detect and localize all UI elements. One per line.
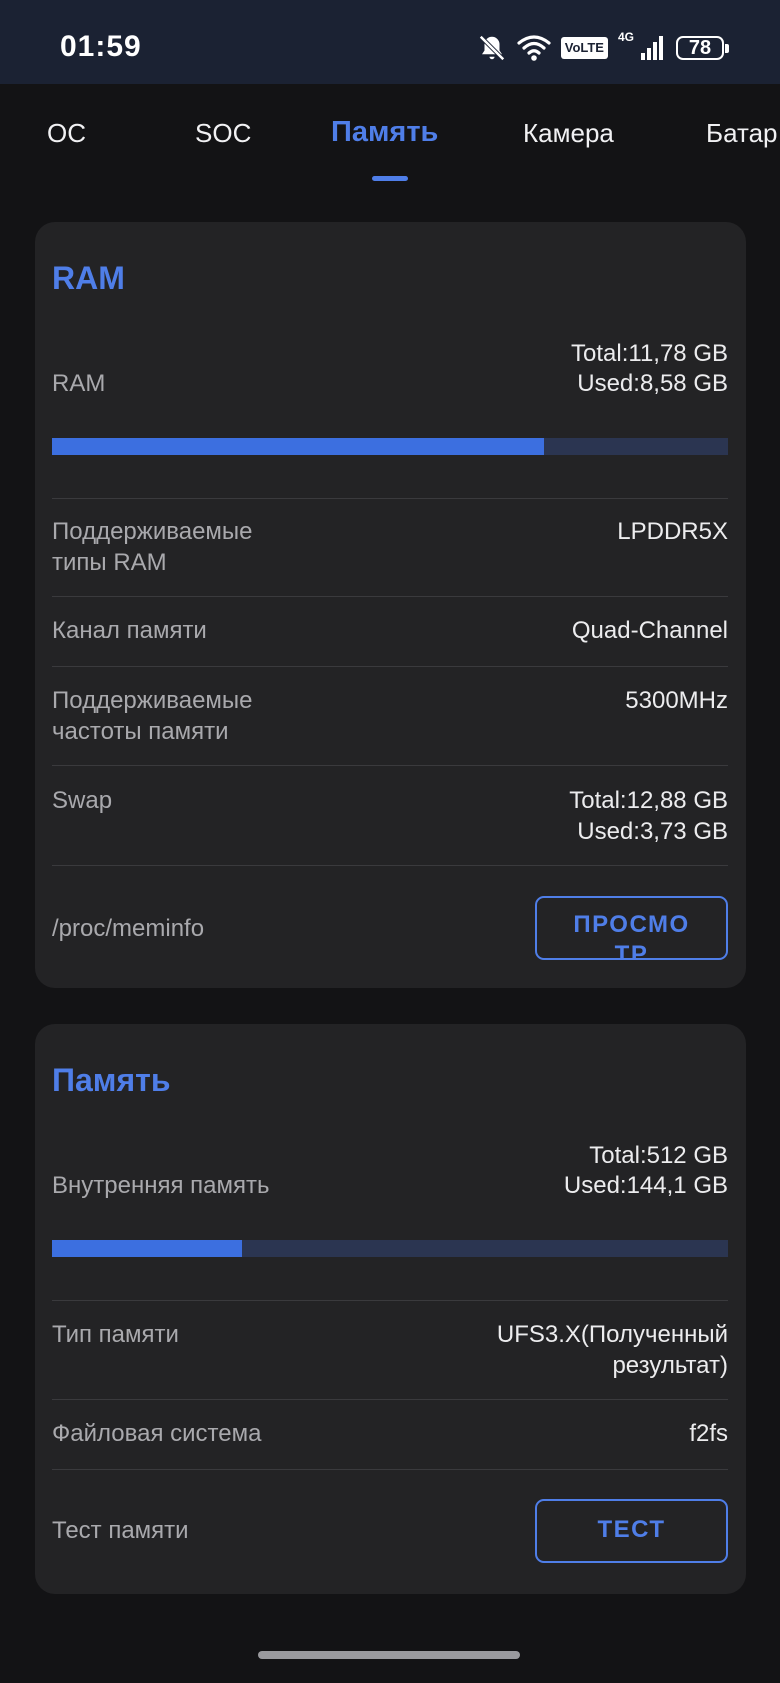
- memory-frequency-label-line1: Поддерживаемые: [52, 687, 253, 714]
- memory-test-button[interactable]: ТЕСТ: [535, 1499, 728, 1563]
- memory-frequency-value: 5300MHz: [625, 687, 728, 714]
- internal-storage-total: Total:512 GB: [589, 1142, 728, 1169]
- ram-card: RAM RAM Total:11,78 GB Used:8,58 GB Подд…: [35, 222, 746, 988]
- memory-test-label: Тест памяти: [52, 1517, 189, 1544]
- divider: [52, 1300, 728, 1301]
- network-type-label: 4G: [617, 30, 634, 44]
- battery-icon: 78: [676, 36, 729, 60]
- filesystem-label: Файловая система: [52, 1420, 262, 1447]
- ram-usage-bar-fill: [52, 438, 545, 455]
- home-indicator[interactable]: [258, 1651, 520, 1659]
- storage-card-title: Память: [52, 1062, 171, 1098]
- divider: [52, 1469, 728, 1470]
- memory-test-button-label: ТЕСТ: [597, 1516, 666, 1543]
- storage-card: Память Внутренняя память Total:512 GB Us…: [35, 1024, 746, 1594]
- internal-storage-label: Внутренняя память: [52, 1172, 270, 1199]
- status-time: 01:59: [60, 30, 142, 63]
- divider: [52, 596, 728, 597]
- volte-icon: VoLTE: [560, 37, 608, 59]
- ram-total: Total:11,78 GB: [571, 340, 728, 367]
- ram-types-label-line2: типы RAM: [52, 549, 167, 576]
- divider: [52, 765, 728, 766]
- tab-camera[interactable]: Камера: [523, 118, 614, 149]
- ram-label: RAM: [52, 370, 106, 397]
- bell-muted-icon: [477, 33, 507, 63]
- tab-soc[interactable]: SOC: [195, 118, 251, 149]
- wifi-icon: [517, 34, 551, 62]
- memory-channel-label: Канал памяти: [52, 617, 207, 644]
- ram-usage-bar: [52, 438, 728, 455]
- internal-storage-used: Used:144,1 GB: [563, 1172, 728, 1199]
- battery-level: 78: [688, 36, 712, 59]
- tab-battery[interactable]: Батар: [706, 118, 778, 149]
- divider: [52, 1399, 728, 1400]
- tab-os[interactable]: ОС: [47, 118, 86, 149]
- tab-memory[interactable]: Память: [331, 116, 438, 149]
- tab-indicator: [372, 176, 408, 181]
- storage-usage-bar-fill: [52, 1240, 242, 1257]
- divider: [52, 498, 728, 499]
- memory-frequency-label-line2: частоты памяти: [52, 718, 229, 745]
- meminfo-label: /proc/meminfo: [52, 915, 205, 942]
- ram-used: Used:8,58 GB: [577, 370, 728, 397]
- memory-channel-value: Quad-Channel: [571, 617, 728, 644]
- ram-card-title: RAM: [52, 260, 125, 296]
- storage-type-value-line1: UFS3.X(Полученный: [496, 1321, 728, 1348]
- view-meminfo-button-label: ПРОСМОТР: [573, 911, 690, 960]
- storage-type-label: Тип памяти: [52, 1321, 179, 1348]
- view-meminfo-button[interactable]: ПРОСМОТР: [535, 896, 728, 960]
- tab-bar: ОС SOC Память Камера Батар: [0, 84, 780, 204]
- storage-type-value-line2: результат): [612, 1352, 728, 1379]
- divider: [52, 865, 728, 866]
- storage-usage-bar: [52, 1240, 728, 1257]
- divider: [52, 666, 728, 667]
- ram-types-label-line1: Поддерживаемые: [52, 518, 253, 545]
- filesystem-value: f2fs: [689, 1420, 728, 1447]
- swap-label: Swap: [52, 787, 113, 814]
- ram-types-value: LPDDR5X: [617, 518, 728, 545]
- status-icons: VoLTE 4G 78: [477, 30, 729, 66]
- status-bar: 01:59 VoLTE 4G 78: [0, 0, 780, 84]
- signal-icon: [640, 35, 666, 61]
- swap-total: Total:12,88 GB: [569, 787, 728, 814]
- swap-used: Used:3,73 GB: [577, 818, 728, 845]
